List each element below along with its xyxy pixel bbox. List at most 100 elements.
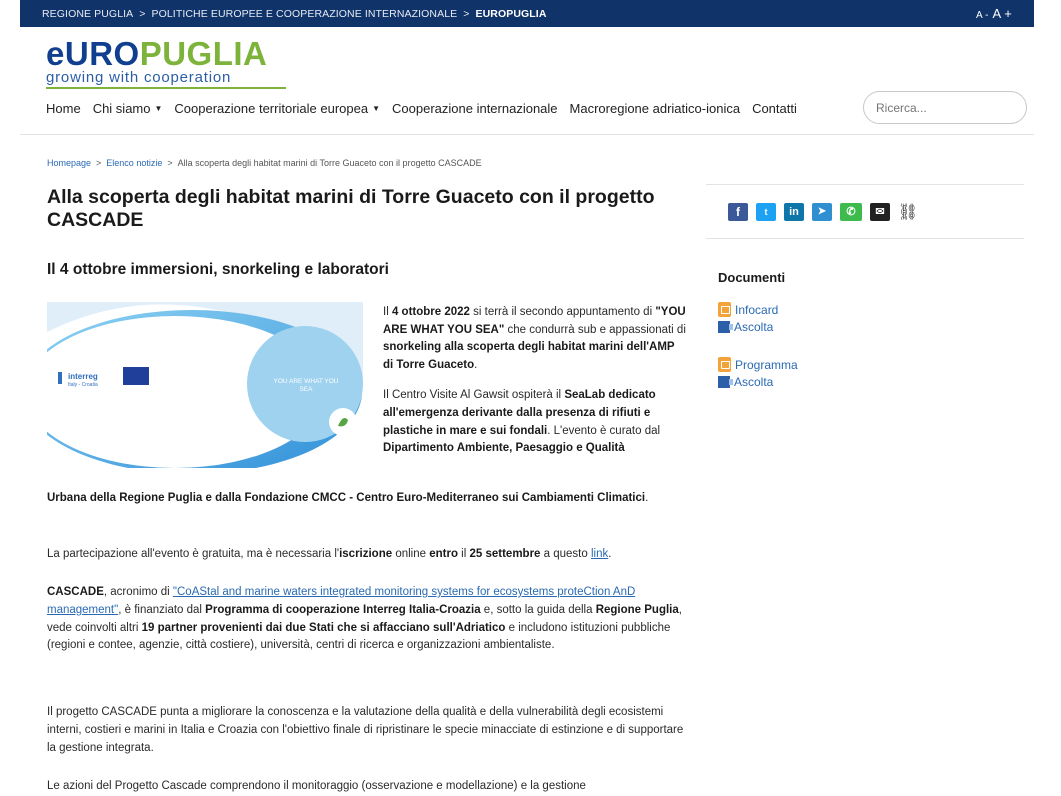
pdf-icon — [718, 357, 731, 372]
interreg-logo-text: interreg — [68, 372, 98, 381]
text: . — [474, 358, 478, 371]
listen-button[interactable]: Ascolta — [718, 375, 798, 389]
twitter-icon: t — [764, 206, 768, 217]
nav-label: Chi siamo — [92, 101, 151, 116]
pdf-icon — [718, 302, 731, 317]
breadcrumb-homepage[interactable]: Homepage — [47, 158, 91, 168]
text: . L'evento è curato dal — [547, 424, 661, 437]
documents-title: Documenti — [718, 270, 786, 285]
nav-label: Cooperazione internazionale — [392, 101, 558, 116]
speaker-icon — [718, 321, 733, 333]
nav-label: Contatti — [752, 101, 797, 116]
crumb-politiche-europee[interactable]: POLITICHE EUROPEE E COOPERAZIONE INTERNA… — [152, 8, 458, 20]
nav-item-home[interactable]: Home — [46, 101, 81, 116]
logo-uro: URO — [64, 35, 140, 72]
document-programma: Programma Ascolta — [718, 357, 798, 389]
nav-item-chi-siamo[interactable]: Chi siamo ▼ — [93, 101, 163, 116]
text-bold: Urbana della Regione Puglia e dalla Fond… — [47, 492, 646, 504]
document-link[interactable]: Infocard — [718, 302, 778, 317]
text-bold: entro — [429, 548, 458, 560]
twitter-share-button[interactable]: t — [756, 202, 776, 221]
text: Il Centro Visite Al Gawsit ospiterà il — [383, 389, 565, 402]
font-decrease-button[interactable]: A - — [976, 10, 989, 21]
text: , è finanziato dal — [118, 603, 206, 616]
text: il — [457, 548, 470, 560]
email-share-button[interactable]: ✉ — [870, 202, 890, 221]
nav-label: Macroregione adriatico-ionica — [569, 101, 741, 116]
text: a questo — [540, 548, 591, 560]
main-nav: Home Chi siamo ▼ Cooperazione territorial… — [46, 101, 797, 116]
listen-label: Ascolta — [734, 375, 774, 389]
top-bar: REGIONE PUGLIA > POLITICHE EUROPEE E COO… — [20, 0, 1034, 27]
linkedin-share-button[interactable]: in — [784, 202, 804, 221]
document-label: Programma — [735, 357, 798, 372]
telegram-icon: ➤ — [817, 206, 827, 217]
paragraph-6: Le azioni del Progetto Cascade comprendo… — [47, 780, 586, 792]
share-bar: f t in ➤ ✆ ✉ ⛓ — [706, 184, 1024, 239]
banner-caption: YOU ARE WHAT YOU SEA — [273, 378, 339, 393]
nav-item-macroregione[interactable]: Macroregione adriatico-ionica — [570, 101, 741, 116]
crumb-europuglia[interactable]: EUROPUGLIA — [476, 8, 547, 20]
breadcrumb-elenco-notizie[interactable]: Elenco notizie — [106, 158, 162, 168]
nav-item-cooperazione-internazionale[interactable]: Cooperazione internazionale — [392, 101, 558, 116]
crumb-regione-puglia[interactable]: REGIONE PUGLIA — [42, 8, 133, 20]
email-icon: ✉ — [875, 206, 885, 218]
document-label: Infocard — [735, 302, 779, 317]
europuglia-logo[interactable]: eUROPUGLIA growing with cooperation — [46, 37, 286, 89]
text: La partecipazione all'evento è gratuita,… — [47, 548, 340, 560]
nav-item-contatti[interactable]: Contatti — [752, 101, 797, 116]
text: online — [392, 548, 430, 560]
breadcrumb: Homepage > Elenco notizie > Alla scopert… — [47, 158, 482, 168]
article-subtitle: Il 4 ottobre immersioni, snorkeling e la… — [47, 261, 389, 278]
text-bold: Dipartimento Ambiente, Paesaggio e Quali… — [383, 442, 625, 455]
text-bold: Programma di cooperazione Interreg Itali… — [205, 603, 481, 616]
facebook-icon: f — [736, 204, 740, 219]
text-bold: Regione Puglia — [595, 603, 679, 616]
text-bold: 19 partner provenienti dai due Stati che… — [141, 621, 506, 634]
search-input[interactable] — [876, 100, 1031, 115]
institution-breadcrumb: REGIONE PUGLIA > POLITICHE EUROPEE E COO… — [20, 8, 547, 20]
page-title: Alla scoperta degli habitat marini di To… — [47, 186, 655, 231]
text: si terrà il secondo appuntamento di — [469, 306, 656, 318]
nav-item-cooperazione-territoriale[interactable]: Cooperazione territoriale europea ▼ — [174, 101, 380, 116]
nav-label: Cooperazione territoriale europea — [174, 101, 369, 116]
facebook-share-button[interactable]: f — [728, 202, 748, 221]
whatsapp-share-button[interactable]: ✆ — [840, 202, 862, 221]
text: che condurrà sub e appassionati di — [504, 323, 686, 336]
registration-link[interactable]: link — [591, 548, 608, 560]
text: . — [608, 548, 612, 560]
document-link[interactable]: Programma — [718, 357, 798, 372]
text-bold: iscrizione — [339, 548, 393, 560]
logo-e: e — [46, 35, 65, 72]
whatsapp-icon: ✆ — [846, 206, 856, 218]
text-bold: 25 settembre — [469, 548, 541, 560]
article-image: YOU ARE WHAT YOU SEA interreg Italy - Cr… — [47, 302, 363, 468]
telegram-share-button[interactable]: ➤ — [812, 202, 832, 221]
paragraph-5: Il progetto CASCADE punta a migliorare l… — [47, 706, 684, 754]
nav-label: Home — [46, 101, 81, 116]
listen-button[interactable]: Ascolta — [718, 320, 778, 334]
interreg-logo-subtext: Italy - Croatia — [68, 382, 98, 388]
paragraph-3: La partecipazione all'evento è gratuita,… — [47, 546, 689, 564]
chevron-down-icon: ▼ — [154, 104, 163, 113]
logo-puglia: PUGLIA — [139, 35, 268, 72]
crumb-separator: > — [463, 7, 470, 20]
text-bold: snorkeling alla scoperta degli habitat m… — [383, 341, 675, 371]
font-increase-button[interactable]: A + — [993, 6, 1012, 21]
logo-tagline: growing with cooperation — [46, 69, 286, 89]
paragraph-2-continued: Urbana della Regione Puglia e dalla Fond… — [47, 490, 689, 508]
text: . — [645, 492, 649, 504]
text-bold: CASCADE — [47, 586, 104, 598]
breadcrumb-separator: > — [167, 158, 173, 168]
linkedin-icon: in — [789, 205, 799, 218]
chevron-down-icon: ▼ — [372, 104, 381, 113]
listen-label: Ascolta — [734, 320, 774, 334]
site-header: eUROPUGLIA growing with cooperation Home… — [20, 27, 1034, 135]
article-intro: Il 4 ottobre 2022 si terrà il secondo ap… — [383, 304, 687, 458]
paragraph-2: Il Centro Visite Al Gawsit ospiterà il S… — [383, 387, 687, 457]
event-date: 4 ottobre 2022 — [391, 306, 470, 318]
crumb-separator: > — [139, 7, 146, 20]
copy-link-button[interactable]: ⛓ — [898, 203, 918, 221]
text: Il — [383, 306, 392, 318]
text: , acronimo di — [103, 586, 173, 598]
